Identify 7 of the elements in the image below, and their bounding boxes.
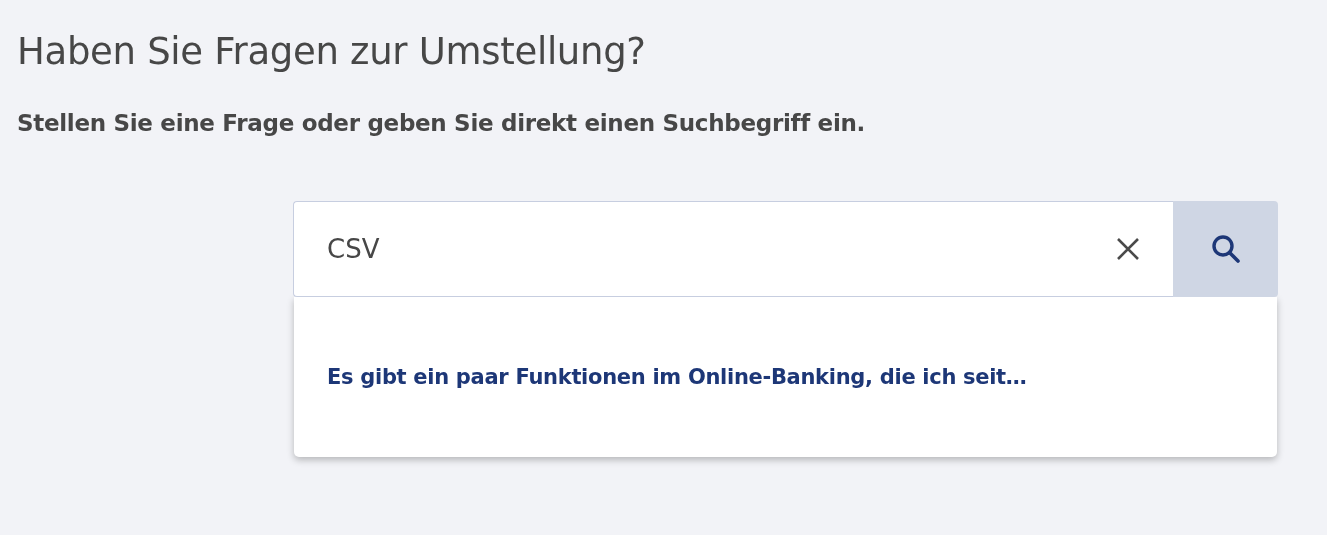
suggestion-link[interactable]: Es gibt ein paar Funktionen im Online-Banking, die ich seit… [327,365,1027,389]
search-field[interactable]: CSV [293,201,1173,297]
search-button[interactable] [1173,201,1278,297]
search-icon [1209,233,1242,265]
instruction-text: Stellen Sie eine Frage oder geben Sie direkt einen Suchbegriff ein. [17,109,866,138]
close-icon[interactable] [1115,236,1141,262]
page-heading: Haben Sie Fragen zur Umstellung? [17,29,646,75]
